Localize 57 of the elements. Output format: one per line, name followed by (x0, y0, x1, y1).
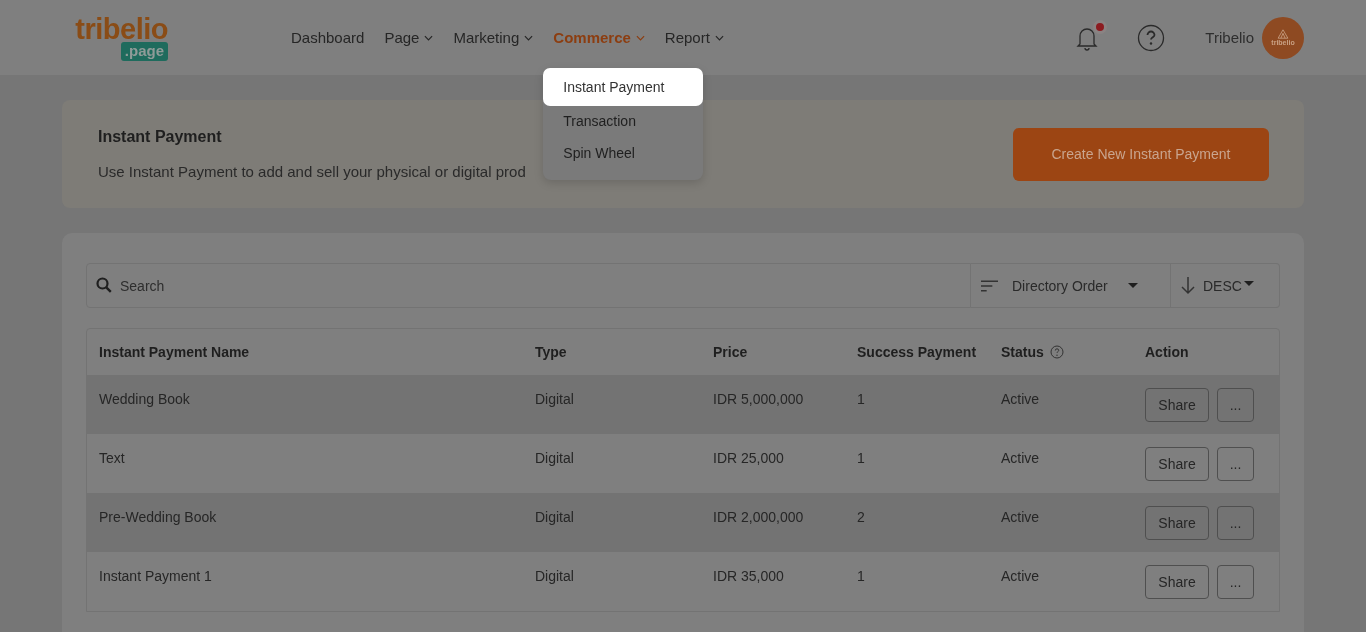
table-cell-text: 1 (857, 449, 866, 466)
page-description: Use Instant Payment to add and sell your physical or digital prod (98, 163, 526, 180)
help-icon[interactable] (1049, 345, 1064, 359)
table-cell-text: Active (1001, 567, 1041, 584)
user-name[interactable]: Tribelio (1205, 29, 1254, 46)
tent-icon (1276, 29, 1290, 39)
more-button[interactable]: ... (1217, 564, 1254, 599)
table-cell-text: Digital (535, 508, 575, 525)
column-header: Instant Payment Name (99, 344, 251, 360)
column-header: Type (535, 344, 568, 360)
share-button[interactable]: Share (1145, 446, 1209, 481)
logo[interactable]: tribelio .page (62, 14, 168, 61)
table-cell-text: Wedding Book (99, 390, 191, 407)
column-header: Success Payment (857, 344, 978, 360)
menu-item[interactable]: Transaction (543, 106, 704, 138)
table-cell-text: Digital (535, 567, 575, 584)
nav-link[interactable]: Marketing (453, 29, 534, 46)
table-cell-text: IDR 2,000,000 (713, 508, 805, 525)
caret-icon (1243, 281, 1254, 286)
nav-link[interactable]: Dashboard (291, 29, 365, 46)
table-cell-text: Active (1001, 508, 1041, 525)
down-arrow-icon (1181, 276, 1195, 295)
more-button[interactable]: ... (1217, 387, 1254, 422)
page-title: Instant Payment (98, 128, 223, 146)
table-cell-text: Digital (535, 390, 575, 407)
sort-lines-icon (981, 279, 998, 292)
table-cell-text: Digital (535, 449, 575, 466)
menu-item[interactable]: Spin Wheel (543, 138, 704, 170)
nav-link[interactable]: Page (384, 29, 434, 46)
create-button[interactable]: Create New Instant Payment (1013, 127, 1269, 181)
column-header: Action (1145, 344, 1190, 360)
more-button[interactable]: ... (1217, 446, 1254, 481)
table-cell-text: Text (99, 449, 126, 466)
share-button[interactable]: Share (1145, 564, 1209, 599)
nav-link[interactable]: Report (664, 29, 724, 46)
more-button[interactable]: ... (1217, 505, 1254, 540)
table-cell-text: Active (1001, 390, 1041, 407)
help-icon[interactable] (1137, 23, 1166, 52)
menu-item[interactable]: Instant Payment (543, 68, 704, 106)
column-header: Price (713, 344, 749, 360)
share-button[interactable]: Share (1145, 505, 1209, 540)
caret-icon (1127, 283, 1138, 288)
column-header: Status (1001, 344, 1145, 360)
table-cell-text: Instant Payment 1 (99, 567, 213, 584)
sort-dropdown[interactable]: Directory Order (971, 263, 1171, 308)
search-icon (96, 277, 112, 293)
table-cell-text: IDR 25,000 (713, 449, 785, 466)
table-cell-text: Pre-Wedding Book (99, 508, 218, 525)
order-dropdown[interactable]: DESC (1171, 263, 1280, 308)
table-cell-text: 1 (857, 567, 866, 584)
table-cell-text: 1 (857, 390, 866, 407)
search-field[interactable]: Search (86, 263, 971, 308)
share-button[interactable]: Share (1145, 387, 1209, 422)
table-cell-text: IDR 35,000 (713, 567, 785, 584)
table-cell-text: IDR 5,000,000 (713, 390, 805, 407)
table-cell-text: 2 (857, 508, 866, 525)
table-cell-text: Active (1001, 449, 1041, 466)
